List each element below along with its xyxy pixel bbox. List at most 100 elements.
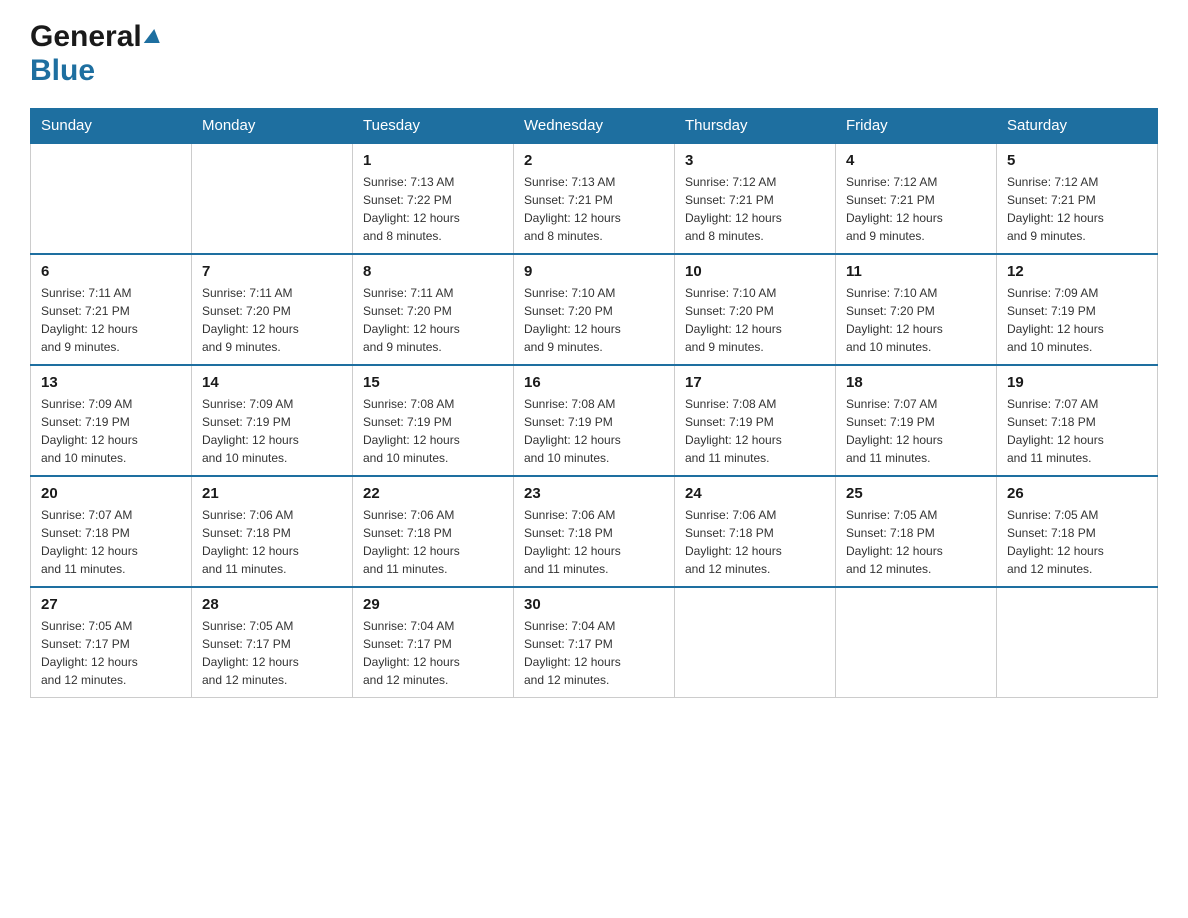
day-number: 28 bbox=[202, 596, 342, 613]
day-info: Sunrise: 7:06 AM Sunset: 7:18 PM Dayligh… bbox=[685, 506, 825, 578]
day-number: 6 bbox=[41, 263, 181, 280]
calendar-week-3: 13 Sunrise: 7:09 AM Sunset: 7:19 PM Dayli… bbox=[31, 365, 1158, 476]
day-number: 15 bbox=[363, 374, 503, 391]
day-number: 13 bbox=[41, 374, 181, 391]
calendar-cell: 21 Sunrise: 7:06 AM Sunset: 7:18 PM Dayli… bbox=[192, 476, 353, 587]
calendar-cell: 18 Sunrise: 7:07 AM Sunset: 7:19 PM Dayli… bbox=[836, 365, 997, 476]
day-info: Sunrise: 7:06 AM Sunset: 7:18 PM Dayligh… bbox=[202, 506, 342, 578]
page-header: General Blue bbox=[30, 20, 1158, 88]
calendar-cell: 6Sunrise: 7:11 AM Sunset: 7:21 PM Daylig… bbox=[31, 254, 192, 365]
day-number: 3 bbox=[685, 152, 825, 169]
day-info: Sunrise: 7:11 AM Sunset: 7:20 PM Dayligh… bbox=[202, 284, 342, 356]
day-info: Sunrise: 7:04 AM Sunset: 7:17 PM Dayligh… bbox=[363, 617, 503, 689]
day-info: Sunrise: 7:10 AM Sunset: 7:20 PM Dayligh… bbox=[685, 284, 825, 356]
calendar-cell: 24 Sunrise: 7:06 AM Sunset: 7:18 PM Dayli… bbox=[675, 476, 836, 587]
day-number: 22 bbox=[363, 485, 503, 502]
day-number: 1 bbox=[363, 152, 503, 169]
day-number: 4 bbox=[846, 152, 986, 169]
day-number: 27 bbox=[41, 596, 181, 613]
day-info: Sunrise: 7:07 AM Sunset: 7:18 PM Dayligh… bbox=[41, 506, 181, 578]
day-info: Sunrise: 7:13 AM Sunset: 7:21 PM Dayligh… bbox=[524, 173, 664, 245]
calendar-week-4: 20 Sunrise: 7:07 AM Sunset: 7:18 PM Dayli… bbox=[31, 476, 1158, 587]
calendar-cell: 4 Sunrise: 7:12 AM Sunset: 7:21 PM Daylig… bbox=[836, 143, 997, 254]
day-number: 16 bbox=[524, 374, 664, 391]
calendar-cell: 27 Sunrise: 7:05 AM Sunset: 7:17 PM Dayli… bbox=[31, 587, 192, 698]
calendar-cell: 11 Sunrise: 7:10 AM Sunset: 7:20 PM Dayli… bbox=[836, 254, 997, 365]
calendar-body: 1 Sunrise: 7:13 AM Sunset: 7:22 PM Daylig… bbox=[31, 143, 1158, 698]
calendar-cell: 17 Sunrise: 7:08 AM Sunset: 7:19 PM Dayli… bbox=[675, 365, 836, 476]
calendar-week-5: 27 Sunrise: 7:05 AM Sunset: 7:17 PM Dayli… bbox=[31, 587, 1158, 698]
calendar-table: SundayMondayTuesdayWednesdayThursdayFrid… bbox=[30, 108, 1158, 698]
calendar-cell: 3 Sunrise: 7:12 AM Sunset: 7:21 PM Daylig… bbox=[675, 143, 836, 254]
calendar-cell: 30 Sunrise: 7:04 AM Sunset: 7:17 PM Dayli… bbox=[514, 587, 675, 698]
day-number: 2 bbox=[524, 152, 664, 169]
logo-text: General bbox=[30, 20, 161, 54]
calendar-cell bbox=[997, 587, 1158, 698]
day-number: 21 bbox=[202, 485, 342, 502]
calendar-cell: 8Sunrise: 7:11 AM Sunset: 7:20 PM Daylig… bbox=[353, 254, 514, 365]
day-info: Sunrise: 7:12 AM Sunset: 7:21 PM Dayligh… bbox=[1007, 173, 1147, 245]
day-info: Sunrise: 7:10 AM Sunset: 7:20 PM Dayligh… bbox=[846, 284, 986, 356]
calendar-cell: 7 Sunrise: 7:11 AM Sunset: 7:20 PM Daylig… bbox=[192, 254, 353, 365]
calendar-header: SundayMondayTuesdayWednesdayThursdayFrid… bbox=[31, 109, 1158, 144]
logo: General Blue bbox=[30, 20, 161, 88]
calendar-cell bbox=[836, 587, 997, 698]
calendar-cell: 29 Sunrise: 7:04 AM Sunset: 7:17 PM Dayli… bbox=[353, 587, 514, 698]
weekday-header-wednesday: Wednesday bbox=[514, 109, 675, 144]
day-number: 29 bbox=[363, 596, 503, 613]
calendar-cell: 15 Sunrise: 7:08 AM Sunset: 7:19 PM Dayli… bbox=[353, 365, 514, 476]
weekday-header-thursday: Thursday bbox=[675, 109, 836, 144]
calendar-cell: 19 Sunrise: 7:07 AM Sunset: 7:18 PM Dayli… bbox=[997, 365, 1158, 476]
weekday-header-monday: Monday bbox=[192, 109, 353, 144]
day-info: Sunrise: 7:08 AM Sunset: 7:19 PM Dayligh… bbox=[363, 395, 503, 467]
day-info: Sunrise: 7:07 AM Sunset: 7:19 PM Dayligh… bbox=[846, 395, 986, 467]
day-info: Sunrise: 7:12 AM Sunset: 7:21 PM Dayligh… bbox=[685, 173, 825, 245]
day-info: Sunrise: 7:04 AM Sunset: 7:17 PM Dayligh… bbox=[524, 617, 664, 689]
day-number: 20 bbox=[41, 485, 181, 502]
day-number: 5 bbox=[1007, 152, 1147, 169]
calendar-cell: 10Sunrise: 7:10 AM Sunset: 7:20 PM Dayli… bbox=[675, 254, 836, 365]
day-number: 17 bbox=[685, 374, 825, 391]
calendar-cell: 23Sunrise: 7:06 AM Sunset: 7:18 PM Dayli… bbox=[514, 476, 675, 587]
day-number: 25 bbox=[846, 485, 986, 502]
day-info: Sunrise: 7:10 AM Sunset: 7:20 PM Dayligh… bbox=[524, 284, 664, 356]
day-number: 14 bbox=[202, 374, 342, 391]
calendar-cell: 25 Sunrise: 7:05 AM Sunset: 7:18 PM Dayli… bbox=[836, 476, 997, 587]
calendar-cell: 2 Sunrise: 7:13 AM Sunset: 7:21 PM Daylig… bbox=[514, 143, 675, 254]
weekday-header-sunday: Sunday bbox=[31, 109, 192, 144]
day-number: 11 bbox=[846, 263, 986, 280]
day-info: Sunrise: 7:07 AM Sunset: 7:18 PM Dayligh… bbox=[1007, 395, 1147, 467]
calendar-week-2: 6Sunrise: 7:11 AM Sunset: 7:21 PM Daylig… bbox=[31, 254, 1158, 365]
calendar-cell: 9 Sunrise: 7:10 AM Sunset: 7:20 PM Daylig… bbox=[514, 254, 675, 365]
day-info: Sunrise: 7:11 AM Sunset: 7:20 PM Dayligh… bbox=[363, 284, 503, 356]
calendar-cell: 12 Sunrise: 7:09 AM Sunset: 7:19 PM Dayli… bbox=[997, 254, 1158, 365]
day-info: Sunrise: 7:09 AM Sunset: 7:19 PM Dayligh… bbox=[41, 395, 181, 467]
day-info: Sunrise: 7:05 AM Sunset: 7:18 PM Dayligh… bbox=[1007, 506, 1147, 578]
day-number: 26 bbox=[1007, 485, 1147, 502]
day-number: 24 bbox=[685, 485, 825, 502]
day-number: 12 bbox=[1007, 263, 1147, 280]
calendar-cell: 5 Sunrise: 7:12 AM Sunset: 7:21 PM Daylig… bbox=[997, 143, 1158, 254]
day-info: Sunrise: 7:05 AM Sunset: 7:18 PM Dayligh… bbox=[846, 506, 986, 578]
day-number: 23 bbox=[524, 485, 664, 502]
day-info: Sunrise: 7:13 AM Sunset: 7:22 PM Dayligh… bbox=[363, 173, 503, 245]
day-number: 7 bbox=[202, 263, 342, 280]
day-number: 19 bbox=[1007, 374, 1147, 391]
day-number: 9 bbox=[524, 263, 664, 280]
calendar-cell bbox=[31, 143, 192, 254]
calendar-cell: 26 Sunrise: 7:05 AM Sunset: 7:18 PM Dayli… bbox=[997, 476, 1158, 587]
day-info: Sunrise: 7:09 AM Sunset: 7:19 PM Dayligh… bbox=[1007, 284, 1147, 356]
day-info: Sunrise: 7:09 AM Sunset: 7:19 PM Dayligh… bbox=[202, 395, 342, 467]
day-info: Sunrise: 7:08 AM Sunset: 7:19 PM Dayligh… bbox=[685, 395, 825, 467]
weekday-header-saturday: Saturday bbox=[997, 109, 1158, 144]
calendar-cell: 22Sunrise: 7:06 AM Sunset: 7:18 PM Dayli… bbox=[353, 476, 514, 587]
day-number: 30 bbox=[524, 596, 664, 613]
day-number: 18 bbox=[846, 374, 986, 391]
calendar-cell bbox=[675, 587, 836, 698]
day-info: Sunrise: 7:12 AM Sunset: 7:21 PM Dayligh… bbox=[846, 173, 986, 245]
calendar-cell: 1 Sunrise: 7:13 AM Sunset: 7:22 PM Daylig… bbox=[353, 143, 514, 254]
weekday-header-friday: Friday bbox=[836, 109, 997, 144]
calendar-week-1: 1 Sunrise: 7:13 AM Sunset: 7:22 PM Daylig… bbox=[31, 143, 1158, 254]
logo-blue-text: Blue bbox=[30, 54, 95, 87]
day-info: Sunrise: 7:05 AM Sunset: 7:17 PM Dayligh… bbox=[41, 617, 181, 689]
